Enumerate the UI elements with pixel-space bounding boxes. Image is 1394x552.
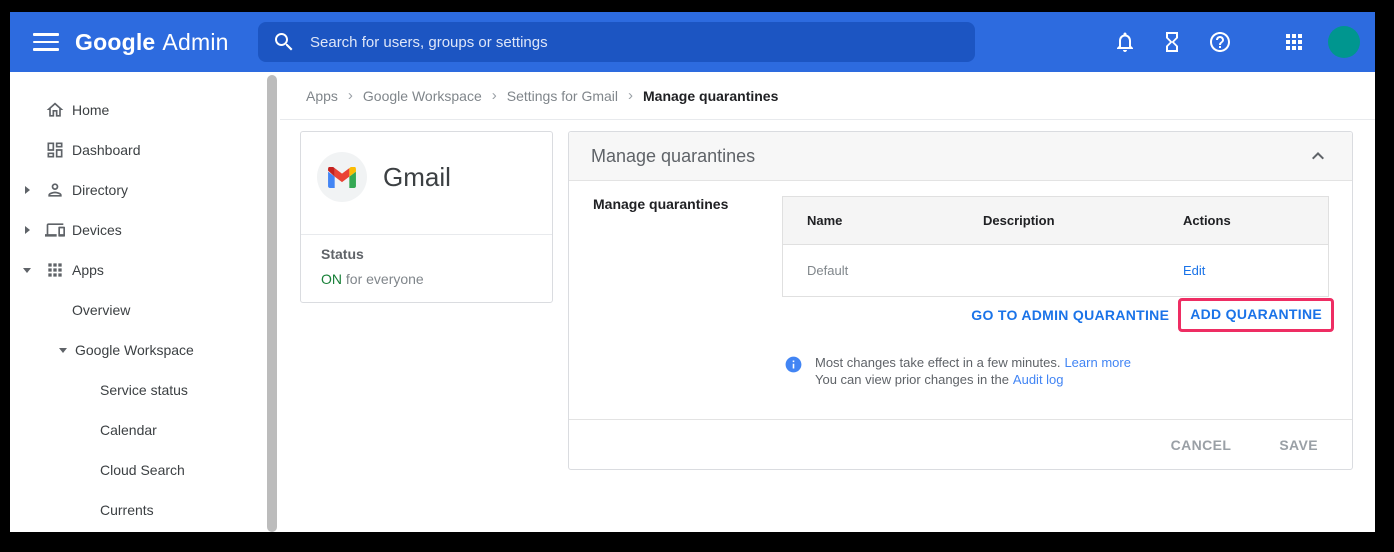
sidebar-item-currents[interactable]: Currents [10,490,280,530]
sidebar-scrollbar[interactable] [267,75,277,532]
column-header-actions: Actions [1159,213,1330,228]
sidebar-item-label: Google Workspace [75,342,194,358]
caret-right-icon [25,226,30,234]
sidebar-item-service-status[interactable]: Service status [10,370,280,410]
screenshot-frame: Google Admin Home [0,0,1394,552]
sidebar-item-label: Currents [100,502,154,518]
breadcrumb-separator: › [492,87,497,104]
app-title: Gmail [383,162,451,193]
dashboard-icon [45,140,65,160]
gmail-m-icon [328,167,356,188]
gmail-app-card: Gmail Status ON for everyone [300,131,553,303]
breadcrumb-apps[interactable]: Apps [306,88,338,104]
add-quarantine-highlight: ADD QUARANTINE [1178,298,1334,332]
sidebar-item-label: Calendar [100,422,157,438]
breadcrumb-settings-for-gmail[interactable]: Settings for Gmail [507,88,618,104]
info-icon [784,355,803,374]
sidebar-item-google-workspace[interactable]: Google Workspace [10,330,280,370]
caret-right-icon [25,186,30,194]
panel-title: Manage quarantines [591,146,755,167]
sidebar-item-directory[interactable]: Directory [10,170,280,210]
search-bar[interactable] [258,22,975,62]
breadcrumb-separator: › [628,87,633,104]
notifications-icon[interactable] [1113,30,1137,54]
apps-grid-icon [45,260,65,280]
sidebar-item-label: Apps [72,262,104,278]
card-divider [301,234,552,235]
quarantines-table: Name Description Actions Default Edit [782,196,1329,297]
sidebar-item-dashboard[interactable]: Dashboard [10,130,280,170]
table-row: Default Edit [783,245,1328,296]
logo-admin: Admin [162,29,228,56]
info-text: Most changes take effect in a few minute… [815,354,1131,388]
add-quarantine-button[interactable]: ADD QUARANTINE [1190,306,1322,322]
sidebar-item-label: Service status [100,382,188,398]
info-line2: You can view prior changes in the [815,372,1009,387]
help-icon[interactable] [1208,30,1232,54]
go-to-admin-quarantine-button[interactable]: GO TO ADMIN QUARANTINE [971,307,1169,323]
quarantine-name: Default [783,263,959,278]
collapse-chevron-up-icon[interactable] [1306,144,1330,168]
caret-down-icon [59,348,67,353]
top-app-bar: Google Admin [10,12,1375,72]
breadcrumb-separator: › [348,87,353,104]
sidebar-item-label: Home [72,102,109,118]
info-line1: Most changes take effect in a few minute… [815,355,1060,370]
status-scope: for everyone [346,271,424,287]
status-on-badge: ON [321,271,342,287]
sidebar-item-label: Directory [72,182,128,198]
search-icon [272,30,296,54]
gmail-logo [317,152,367,202]
breadcrumb-google-workspace[interactable]: Google Workspace [363,88,482,104]
learn-more-link[interactable]: Learn more [1064,355,1130,370]
audit-log-link[interactable]: Audit log [1013,372,1064,387]
sidebar-item-home[interactable]: Home [10,90,280,130]
account-avatar[interactable] [1328,26,1360,58]
sidebar-item-devices[interactable]: Devices [10,210,280,250]
info-note: Most changes take effect in a few minute… [784,354,1131,388]
caret-down-icon [23,268,31,273]
topbar-actions [1113,12,1360,72]
column-header-description: Description [959,213,1159,228]
search-input[interactable] [308,33,961,52]
home-icon [45,100,65,120]
table-header-row: Name Description Actions [783,197,1328,245]
breadcrumb-current-page: Manage quarantines [643,88,778,104]
logo-google: Google [75,29,155,56]
sidebar-item-label: Cloud Search [100,462,185,478]
sidebar-item-label: Devices [72,222,122,238]
section-label: Manage quarantines [593,196,728,212]
cancel-button[interactable]: CANCEL [1171,437,1232,453]
manage-quarantines-panel: Manage quarantines Manage quarantines Na… [568,131,1353,470]
column-header-name: Name [783,213,959,228]
sidebar-item-label: Overview [72,302,130,318]
breadcrumb: Apps › Google Workspace › Settings for G… [280,72,1375,120]
panel-header: Manage quarantines [569,132,1352,181]
sidebar-nav: Home Dashboard Directory Devices Apps [10,72,280,532]
sidebar-item-cloud-search[interactable]: Cloud Search [10,450,280,490]
sidebar-item-overview[interactable]: Overview [10,290,280,330]
save-button[interactable]: SAVE [1279,437,1318,453]
google-admin-logo: Google Admin [75,12,229,72]
admin-console-window: Google Admin Home [10,12,1375,532]
menu-icon[interactable] [33,30,59,54]
apps-grid-icon[interactable] [1282,30,1306,54]
sidebar-item-label: Dashboard [72,142,141,158]
panel-footer: CANCEL SAVE [569,419,1352,469]
person-icon [45,180,65,200]
sidebar-item-apps[interactable]: Apps [10,250,280,290]
tasks-hourglass-icon[interactable] [1160,30,1184,54]
devices-icon [45,220,65,240]
status-label: Status [321,246,364,262]
sidebar-item-calendar[interactable]: Calendar [10,410,280,450]
status-value: ON for everyone [321,271,424,287]
action-buttons-row: GO TO ADMIN QUARANTINE ADD QUARANTINE [971,298,1334,332]
edit-link[interactable]: Edit [1183,263,1205,278]
